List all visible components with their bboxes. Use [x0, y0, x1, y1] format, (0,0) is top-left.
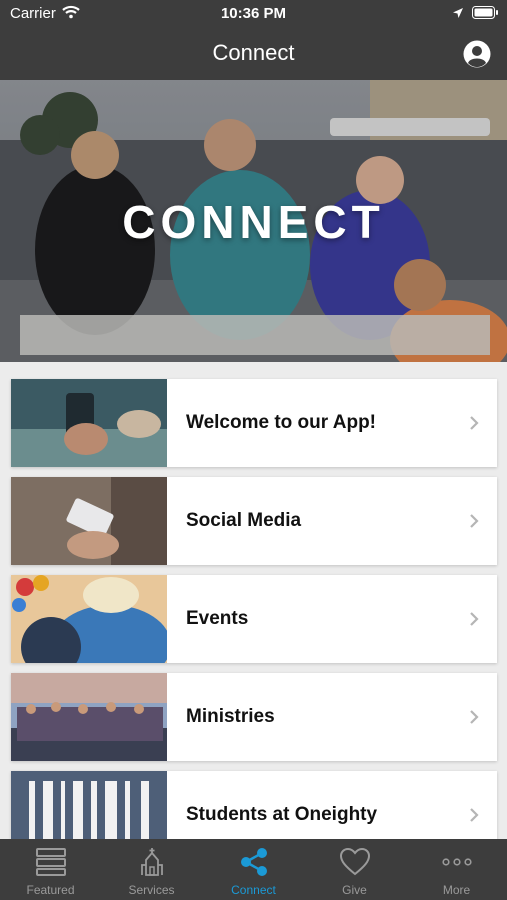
church-icon	[101, 847, 202, 879]
list-item-label: Social Media	[186, 510, 302, 531]
page-title: Connect	[212, 40, 295, 65]
list-item-label: Ministries	[186, 706, 275, 727]
tab-services[interactable]: Services	[101, 839, 202, 900]
featured-icon	[0, 847, 101, 879]
list-item-welcome[interactable]: Welcome to our App!	[11, 379, 497, 467]
list-item-ministries[interactable]: Ministries	[11, 673, 497, 761]
location-arrow-icon	[452, 6, 464, 23]
social-media-thumbnail	[11, 477, 167, 565]
chevron-right-icon	[469, 709, 479, 730]
tab-label: Connect	[231, 883, 276, 897]
list-item-social-media[interactable]: Social Media	[11, 477, 497, 565]
tab-label: Give	[342, 883, 367, 897]
tab-bar: Featured Services Connect Give More	[0, 839, 507, 900]
list-item-label: Welcome to our App!	[186, 412, 376, 433]
chevron-right-icon	[469, 513, 479, 534]
battery-icon	[472, 6, 499, 23]
hero-banner: CONNECT	[0, 80, 507, 362]
status-bar: Carrier 10:36 PM	[0, 0, 507, 28]
profile-icon	[463, 40, 491, 68]
hero-title: CONNECT	[122, 196, 385, 248]
welcome-thumbnail	[11, 379, 167, 467]
list-item-events[interactable]: Events	[11, 575, 497, 663]
profile-button[interactable]	[462, 39, 492, 69]
connect-list: Welcome to our App! Social Media Events …	[0, 362, 507, 839]
tab-connect[interactable]: Connect	[203, 839, 304, 900]
tab-more[interactable]: More	[406, 839, 507, 900]
list-item-label: Students at Oneighty	[186, 804, 378, 825]
tab-give[interactable]: Give	[304, 839, 405, 900]
list-item-label: Events	[186, 608, 249, 629]
list-item-students[interactable]: Students at Oneighty	[11, 771, 497, 839]
chevron-right-icon	[469, 611, 479, 632]
chevron-right-icon	[469, 415, 479, 436]
clock: 10:36 PM	[220, 5, 287, 22]
tab-label: Services	[128, 883, 175, 897]
ministries-thumbnail	[11, 673, 167, 761]
more-icon	[406, 847, 507, 879]
events-thumbnail	[11, 575, 167, 663]
chevron-right-icon	[469, 807, 479, 828]
share-icon	[203, 847, 304, 879]
navigation-bar: Connect	[0, 28, 507, 80]
tab-featured[interactable]: Featured	[0, 839, 101, 900]
tab-label: More	[442, 883, 471, 897]
tab-label: Featured	[26, 883, 75, 897]
heart-icon	[304, 847, 405, 879]
students-thumbnail	[11, 771, 167, 839]
